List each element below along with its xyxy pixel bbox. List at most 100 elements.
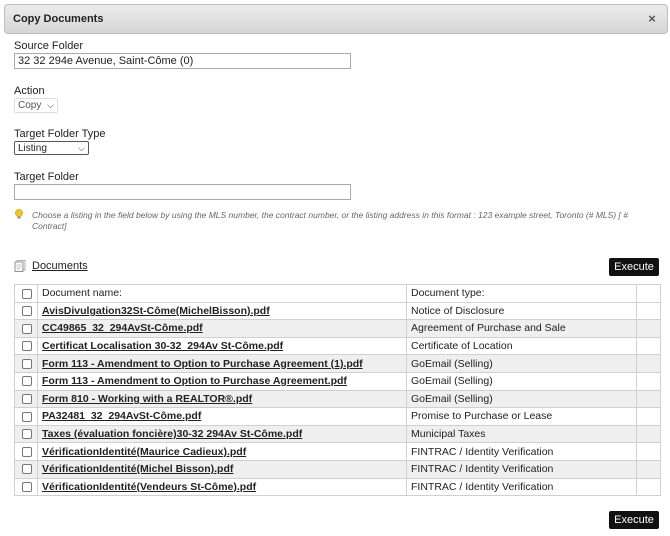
document-link[interactable]: VérificationIdentité(Michel Bisson).pdf [42,463,233,475]
table-row: CC49865_32_294AvSt-Côme.pdf Agreement of … [14,319,661,338]
table-row: Form 113 - Amendment to Option to Purcha… [14,354,661,373]
document-type-cell: FINTRAC / Identity Verification [406,477,637,497]
chevron-down-icon: ⌵ [47,100,54,110]
documents-link[interactable]: Documents [32,260,88,272]
document-link[interactable]: CC49865_32_294AvSt-Côme.pdf [42,322,203,334]
document-link[interactable]: Form 113 - Amendment to Option to Purcha… [42,358,363,370]
table-row: Form 810 - Working with a REALTOR®.pdf Go… [14,389,661,409]
row-extra-cell [636,301,661,321]
target-folder-input[interactable] [14,184,351,200]
document-name-cell: PA32481_32_294AvSt-Côme.pdf [37,407,407,426]
dialog-titlebar: Copy Documents × [4,4,668,34]
target-folder-type-value: Listing [18,143,47,154]
row-checkbox[interactable] [22,323,32,334]
row-checkbox-cell [14,407,38,426]
table-row: Taxes (évaluation foncière)30-32 294Av S… [14,424,661,444]
document-name-cell: Form 810 - Working with a REALTOR®.pdf [37,389,407,409]
table-row: VérificationIdentité(Vendeurs St-Côme).p… [14,477,661,497]
document-name-cell: Taxes (évaluation foncière)30-32 294Av S… [37,424,407,444]
document-name-cell: VérificationIdentité(Vendeurs St-Côme).p… [37,477,407,497]
document-type-cell: GoEmail (Selling) [406,389,637,409]
document-type-cell: Promise to Purchase or Lease [406,407,637,426]
document-name-cell: Form 113 - Amendment to Option to Purcha… [37,354,407,373]
document-link[interactable]: Form 113 - Amendment to Option to Purcha… [42,375,347,387]
document-type-cell: FINTRAC / Identity Verification [406,442,637,461]
row-extra-cell [636,389,661,409]
document-name-cell: CC49865_32_294AvSt-Côme.pdf [37,319,407,338]
execute-button-top[interactable]: Execute [609,258,659,276]
row-checkbox-cell [14,477,38,497]
select-all-cell [14,284,38,303]
document-link[interactable]: VérificationIdentité(Vendeurs St-Côme).p… [42,481,256,493]
row-checkbox-cell [14,442,38,461]
select-all-checkbox[interactable] [22,288,32,299]
document-link[interactable]: Form 810 - Working with a REALTOR®.pdf [42,393,252,405]
document-type-cell: FINTRAC / Identity Verification [406,459,637,479]
document-type-cell: GoEmail (Selling) [406,354,637,373]
row-checkbox-cell [14,354,38,373]
row-extra-cell [636,407,661,426]
row-extra-cell [636,459,661,479]
action-select[interactable]: Copy ⌵ [14,98,58,113]
document-link[interactable]: PA32481_32_294AvSt-Côme.pdf [42,410,201,422]
document-name-cell: Form 113 - Amendment to Option to Purcha… [37,371,407,391]
document-type-cell: Notice of Disclosure [406,301,637,321]
row-checkbox[interactable] [22,464,32,475]
document-link[interactable]: Certificat Localisation 30-32_294Av St-C… [42,340,283,352]
close-icon[interactable]: × [645,12,659,26]
row-checkbox-cell [14,424,38,444]
row-checkbox[interactable] [22,482,32,493]
table-row: VérificationIdentité(Maurice Cadieux).pd… [14,442,661,461]
row-checkbox-cell [14,459,38,479]
target-folder-type-label: Target Folder Type [14,128,106,140]
row-checkbox[interactable] [22,411,32,422]
document-type-cell: GoEmail (Selling) [406,371,637,391]
action-label: Action [14,85,45,97]
dialog-title: Copy Documents [13,13,104,25]
row-checkbox[interactable] [22,306,32,317]
document-name-cell: VérificationIdentité(Michel Bisson).pdf [37,459,407,479]
row-extra-cell [636,319,661,338]
row-checkbox-cell [14,371,38,391]
column-header-type: Document type: [406,284,637,303]
table-row: Form 113 - Amendment to Option to Purcha… [14,371,661,391]
row-checkbox[interactable] [22,341,32,352]
table-row: Certificat Localisation 30-32_294Av St-C… [14,336,661,356]
table-row: AvisDivulgation32St-Côme(MichelBisson).p… [14,301,661,321]
document-name-cell: Certificat Localisation 30-32_294Av St-C… [37,336,407,356]
table-row: PA32481_32_294AvSt-Côme.pdf Promise to Pu… [14,407,661,426]
table-header-row: Document name: Document type: [14,284,661,303]
row-extra-cell [636,371,661,391]
row-checkbox[interactable] [22,394,32,405]
execute-button-bottom[interactable]: Execute [609,511,659,529]
document-link[interactable]: Taxes (évaluation foncière)30-32 294Av S… [42,428,302,440]
hint-text: Choose a listing in the field below by u… [14,209,659,232]
chevron-down-icon: ⌵ [78,143,85,153]
row-checkbox[interactable] [22,429,32,440]
documents-table: Document name: Document type: AvisDivulg… [14,284,661,497]
target-folder-type-select[interactable]: Listing ⌵ [14,141,89,155]
row-extra-cell [636,442,661,461]
row-checkbox[interactable] [22,376,32,387]
document-link[interactable]: AvisDivulgation32St-Côme(MichelBisson).p… [42,305,270,317]
row-extra-cell [636,336,661,356]
row-checkbox-cell [14,336,38,356]
document-type-cell: Agreement of Purchase and Sale [406,319,637,338]
row-checkbox-cell [14,301,38,321]
source-folder-label: Source Folder [14,40,84,52]
lightbulb-icon [15,209,23,219]
row-extra-cell [636,477,661,497]
column-header-extra [636,284,661,303]
row-checkbox-cell [14,389,38,409]
row-checkbox-cell [14,319,38,338]
document-link[interactable]: VérificationIdentité(Maurice Cadieux).pd… [42,446,246,458]
document-name-cell: VérificationIdentité(Maurice Cadieux).pd… [37,442,407,461]
source-folder-field[interactable]: 32 32 294e Avenue, Saint-Côme (0) [14,53,351,69]
hint-message: Choose a listing in the field below by u… [32,210,628,231]
row-checkbox[interactable] [22,358,32,369]
document-type-cell: Municipal Taxes [406,424,637,444]
table-row: VérificationIdentité(Michel Bisson).pdf F… [14,459,661,479]
action-select-value: Copy [18,100,42,111]
documents-icon [14,260,26,272]
row-checkbox[interactable] [22,446,32,457]
